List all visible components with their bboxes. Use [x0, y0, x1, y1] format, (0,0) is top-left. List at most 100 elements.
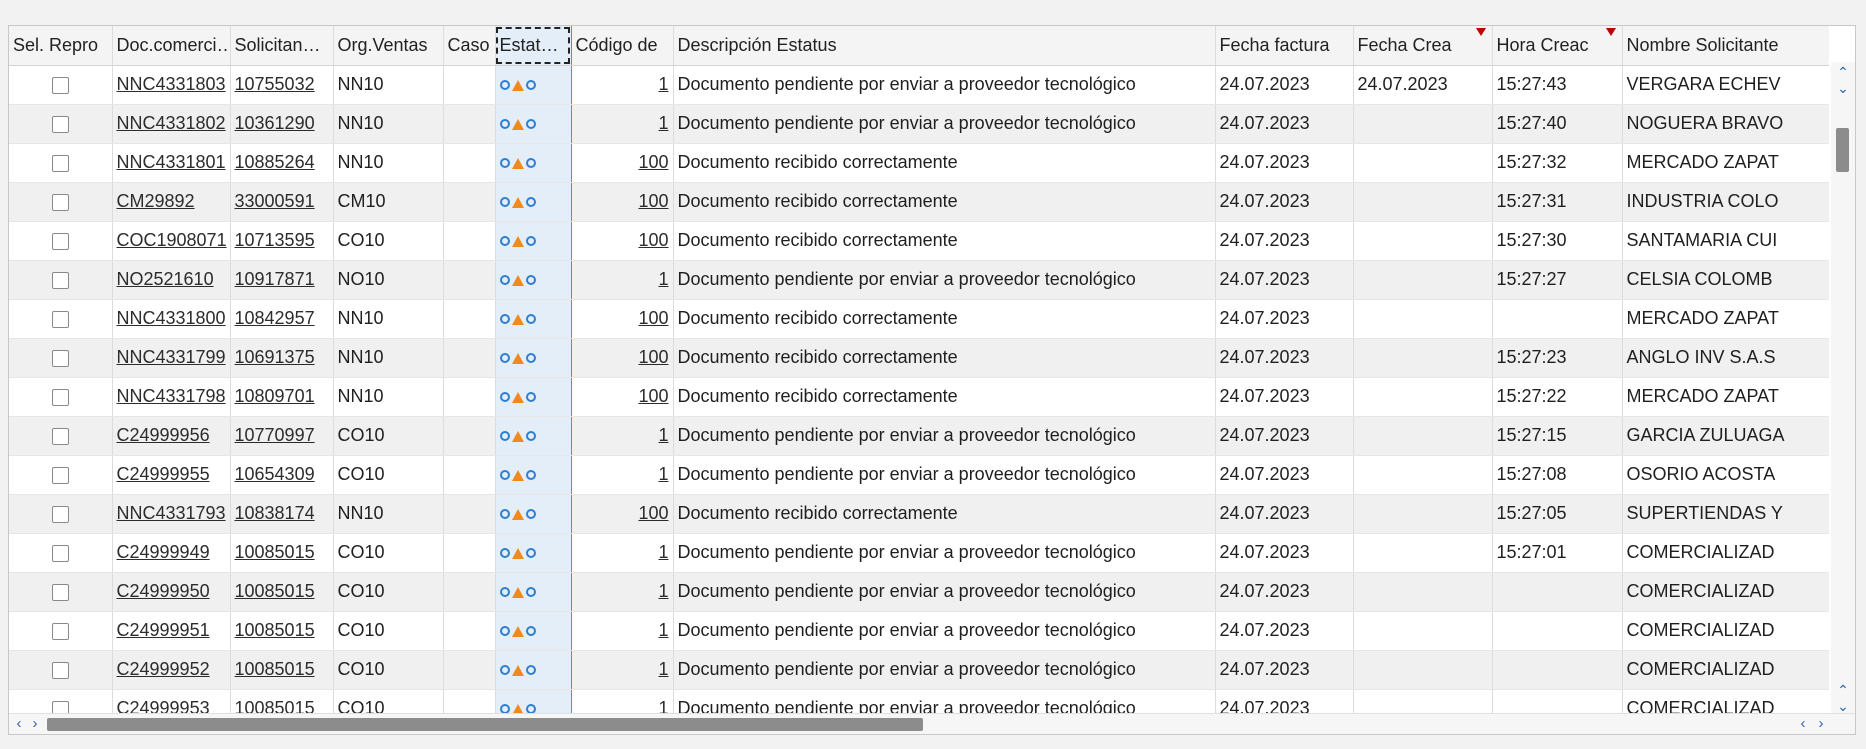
select-checkbox[interactable]: [51, 232, 69, 250]
cell-estatus[interactable]: [494, 182, 572, 222]
table-row[interactable]: CM29892 33000591 CM10 100 Documento recibido…: [9, 182, 1829, 222]
cell-estatus[interactable]: [494, 650, 572, 690]
codigo-link[interactable]: 100: [638, 503, 668, 523]
cell-estatus[interactable]: [494, 377, 572, 417]
scroll-page-right-icon[interactable]: ›: [1814, 715, 1828, 733]
horizontal-scroll-thumb[interactable]: [47, 718, 923, 731]
scroll-up-icon[interactable]: ⌃: [1835, 64, 1851, 80]
cell-estatus[interactable]: [494, 65, 572, 105]
select-checkbox[interactable]: [51, 427, 69, 445]
cell-estatus[interactable]: [494, 221, 572, 261]
doc-comercial-link[interactable]: C24999950: [117, 581, 210, 601]
doc-comercial-link[interactable]: C24999952: [117, 659, 210, 679]
solicitante-link[interactable]: 10654309: [235, 464, 315, 484]
select-checkbox[interactable]: [51, 505, 69, 523]
col-header-codigo[interactable]: Código de: [571, 26, 674, 66]
table-row[interactable]: NO2521610 10917871 NO10 1 Documento pendient…: [9, 260, 1829, 300]
solicitante-link[interactable]: 10691375: [235, 347, 315, 367]
table-row[interactable]: NNC4331801 10885264 NN10 100 Documento recib…: [9, 143, 1829, 183]
cell-estatus[interactable]: [494, 338, 572, 378]
select-checkbox[interactable]: [51, 583, 69, 601]
select-checkbox[interactable]: [51, 661, 69, 679]
select-checkbox[interactable]: [51, 115, 69, 133]
codigo-link[interactable]: 1: [658, 659, 668, 679]
cell-estatus[interactable]: [494, 143, 572, 183]
codigo-link[interactable]: 1: [658, 74, 668, 94]
codigo-link[interactable]: 100: [638, 308, 668, 328]
scroll-page-up-icon[interactable]: ⌃: [1835, 682, 1851, 698]
doc-comercial-link[interactable]: NNC4331793: [117, 503, 226, 523]
doc-comercial-link[interactable]: COC1908071: [117, 230, 227, 250]
doc-comercial-link[interactable]: C24999956: [117, 425, 210, 445]
select-checkbox[interactable]: [51, 388, 69, 406]
cell-estatus[interactable]: [494, 494, 572, 534]
solicitante-link[interactable]: 10770997: [235, 425, 315, 445]
col-header-estatus[interactable]: Estat…: [494, 26, 572, 66]
solicitante-link[interactable]: 10885264: [235, 152, 315, 172]
cell-estatus[interactable]: [494, 533, 572, 573]
codigo-link[interactable]: 1: [658, 620, 668, 640]
doc-comercial-link[interactable]: C24999949: [117, 542, 210, 562]
solicitante-link[interactable]: 10085015: [235, 620, 315, 640]
solicitante-link[interactable]: 10809701: [235, 386, 315, 406]
table-row[interactable]: NNC4331799 10691375 NN10 100 Documento recib…: [9, 338, 1829, 378]
cell-estatus[interactable]: [494, 416, 572, 456]
table-row[interactable]: NNC4331803 10755032 NN10 1 Documento pendien…: [9, 65, 1829, 105]
codigo-link[interactable]: 1: [658, 464, 668, 484]
codigo-link[interactable]: 100: [638, 230, 668, 250]
vertical-scroll-thumb[interactable]: [1836, 128, 1849, 172]
select-checkbox[interactable]: [51, 271, 69, 289]
solicitante-link[interactable]: 10842957: [235, 308, 315, 328]
doc-comercial-link[interactable]: NNC4331798: [117, 386, 226, 406]
select-checkbox[interactable]: [51, 622, 69, 640]
doc-comercial-link[interactable]: NO2521610: [117, 269, 214, 289]
doc-comercial-link[interactable]: C24999955: [117, 464, 210, 484]
codigo-link[interactable]: 100: [638, 386, 668, 406]
codigo-link[interactable]: 100: [638, 347, 668, 367]
select-checkbox[interactable]: [51, 193, 69, 211]
cell-estatus[interactable]: [494, 260, 572, 300]
table-row[interactable]: C24999956 10770997 CO10 1 Documento pendient…: [9, 416, 1829, 456]
col-header-org-ventas[interactable]: Org.Ventas: [333, 26, 444, 66]
solicitante-link[interactable]: 10085015: [235, 659, 315, 679]
cell-estatus[interactable]: [494, 104, 572, 144]
doc-comercial-link[interactable]: C24999951: [117, 620, 210, 640]
table-row[interactable]: NNC4331802 10361290 NN10 1 Documento pendien…: [9, 104, 1829, 144]
cell-estatus[interactable]: [494, 455, 572, 495]
doc-comercial-link[interactable]: NNC4331799: [117, 347, 226, 367]
solicitante-link[interactable]: 33000591: [235, 191, 315, 211]
solicitante-link[interactable]: 10085015: [235, 581, 315, 601]
cell-estatus[interactable]: [494, 689, 572, 716]
doc-comercial-link[interactable]: NNC4331802: [117, 113, 226, 133]
table-row[interactable]: COC1908071 10713595 CO10 100 Documento recib…: [9, 221, 1829, 261]
select-checkbox[interactable]: [51, 466, 69, 484]
doc-comercial-link[interactable]: NNC4331801: [117, 152, 226, 172]
scroll-page-down-icon[interactable]: ⌄: [1835, 698, 1851, 714]
codigo-link[interactable]: 100: [638, 152, 668, 172]
cell-estatus[interactable]: [494, 572, 572, 612]
solicitante-link[interactable]: 10917871: [235, 269, 315, 289]
col-header-descripcion-estatus[interactable]: Descripción Estatus: [673, 26, 1216, 66]
solicitante-link[interactable]: 10713595: [235, 230, 315, 250]
cell-estatus[interactable]: [494, 611, 572, 651]
codigo-link[interactable]: 1: [658, 581, 668, 601]
col-header-sel-repro[interactable]: Sel. Repro: [9, 26, 113, 66]
select-checkbox[interactable]: [51, 349, 69, 367]
select-checkbox[interactable]: [51, 76, 69, 94]
codigo-link[interactable]: 1: [658, 425, 668, 445]
doc-comercial-link[interactable]: NNC4331803: [117, 74, 226, 94]
doc-comercial-link[interactable]: NNC4331800: [117, 308, 226, 328]
col-header-caso[interactable]: Caso: [443, 26, 496, 66]
vertical-scrollbar[interactable]: ⌃ ⌄ ⌃ ⌄: [1831, 62, 1855, 717]
codigo-link[interactable]: 100: [638, 191, 668, 211]
table-row[interactable]: C24999955 10654309 CO10 1 Documento pendient…: [9, 455, 1829, 495]
scroll-left-icon[interactable]: ‹: [12, 715, 26, 733]
col-header-fecha-factura[interactable]: Fecha factura: [1215, 26, 1354, 66]
table-row[interactable]: NNC4331798 10809701 NN10 100 Documento recib…: [9, 377, 1829, 417]
table-row[interactable]: C24999952 10085015 CO10 1 Documento pendient…: [9, 650, 1829, 690]
table-row[interactable]: C24999949 10085015 CO10 1 Documento pendient…: [9, 533, 1829, 573]
col-header-doc-comercial[interactable]: Doc.comerci…: [112, 26, 231, 66]
select-checkbox[interactable]: [51, 310, 69, 328]
select-checkbox[interactable]: [51, 154, 69, 172]
scroll-page-left-icon[interactable]: ‹: [1796, 715, 1810, 733]
